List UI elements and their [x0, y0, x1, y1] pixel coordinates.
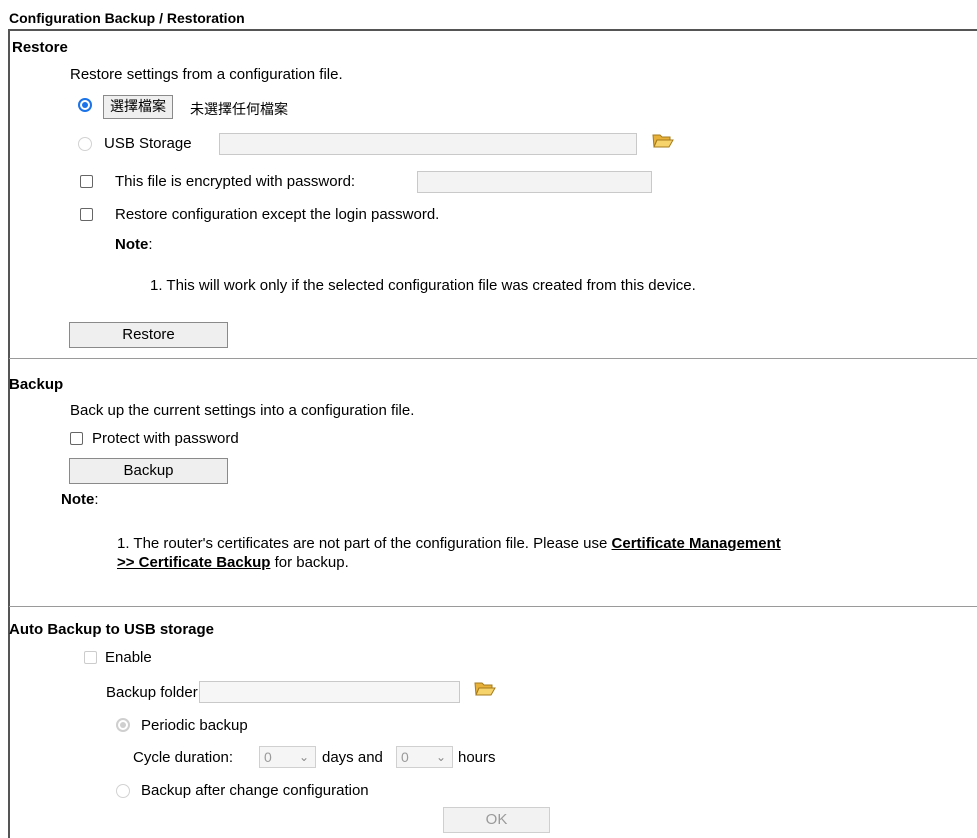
ok-button[interactable]: OK [443, 807, 550, 833]
backup-description: Back up the current settings into a conf… [70, 402, 415, 419]
section-divider [9, 606, 977, 607]
periodic-backup-radio[interactable] [116, 718, 130, 732]
encrypted-password-input[interactable] [417, 171, 652, 193]
certificate-backup-link[interactable]: >> Certificate Backup [117, 554, 270, 571]
chevron-down-icon: ⌄ [298, 750, 309, 764]
backup-note-heading: Note: [61, 491, 99, 508]
hours-label: hours [458, 749, 496, 766]
usb-storage-input[interactable] [219, 133, 637, 155]
except-login-checkbox[interactable] [80, 208, 93, 221]
restore-heading: Restore [12, 39, 68, 56]
section-divider [9, 358, 977, 359]
after-change-label: Backup after change configuration [141, 782, 369, 799]
restore-source-usb-radio[interactable] [78, 137, 92, 151]
auto-backup-heading: Auto Backup to USB storage [9, 621, 215, 638]
restore-note-item: 1. This will work only if the selected c… [150, 277, 696, 294]
folder-open-icon[interactable] [652, 131, 674, 149]
folder-open-icon[interactable] [474, 679, 496, 697]
enable-label: Enable [105, 649, 152, 666]
backup-folder-label: Backup folder [106, 684, 198, 701]
encrypted-label: This file is encrypted with password: [115, 173, 356, 190]
restore-button[interactable]: Restore [69, 322, 228, 348]
certificate-management-link[interactable]: Certificate Management [612, 535, 781, 552]
after-change-radio[interactable] [116, 784, 130, 798]
restore-note-heading: Note: [115, 236, 153, 253]
backup-heading: Backup [9, 376, 64, 393]
enable-checkbox[interactable] [84, 651, 97, 664]
choose-file-button[interactable]: 選擇檔案 [103, 95, 173, 119]
page-title: Configuration Backup / Restoration [9, 10, 245, 26]
protect-password-checkbox[interactable] [70, 432, 83, 445]
days-label: days and [322, 749, 383, 766]
days-select[interactable]: 0 ⌄ [259, 746, 316, 768]
cycle-duration-label: Cycle duration: [133, 749, 234, 766]
backup-folder-input[interactable] [199, 681, 460, 703]
encrypted-checkbox[interactable] [80, 175, 93, 188]
protect-password-label: Protect with password [92, 430, 239, 447]
hours-select[interactable]: 0 ⌄ [396, 746, 453, 768]
backup-note-item: 1. The router's certificates are not par… [117, 535, 781, 571]
chevron-down-icon: ⌄ [435, 750, 446, 764]
file-status: 未選擇任何檔案 [190, 102, 288, 118]
restore-description: Restore settings from a configuration fi… [70, 66, 343, 83]
usb-storage-label: USB Storage [104, 135, 192, 152]
restore-source-file-radio[interactable] [78, 98, 92, 112]
backup-button[interactable]: Backup [69, 458, 228, 484]
periodic-backup-label: Periodic backup [141, 717, 248, 734]
except-login-label: Restore configuration except the login p… [115, 206, 440, 223]
